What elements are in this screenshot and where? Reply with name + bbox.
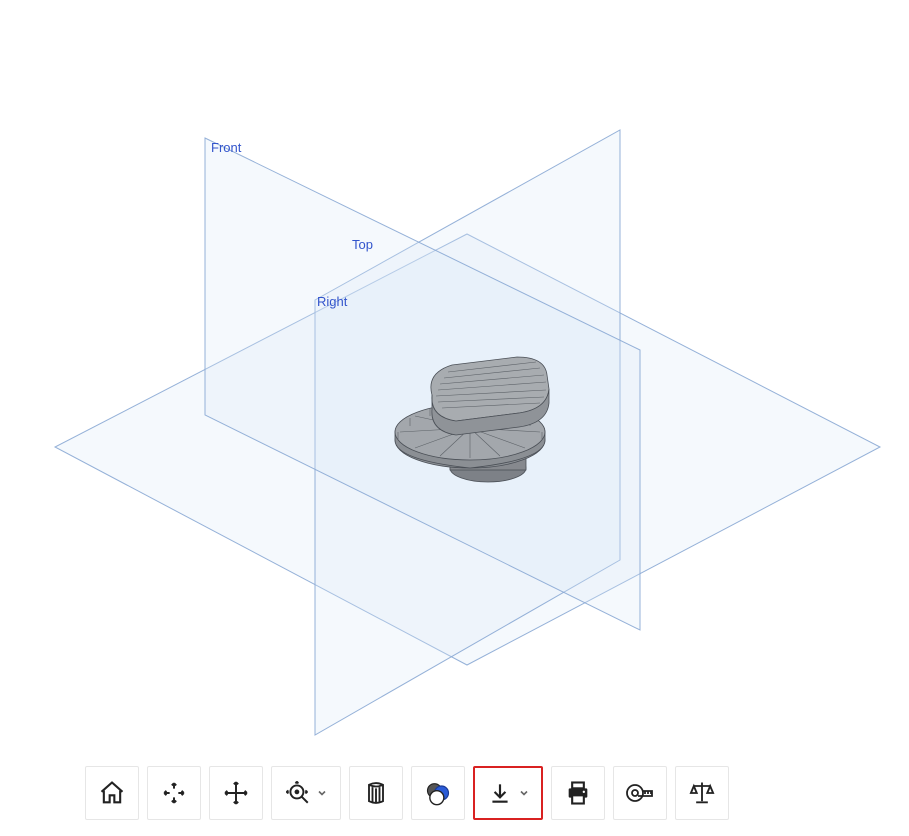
appearance-button[interactable] (411, 766, 465, 820)
download-button[interactable] (473, 766, 543, 820)
home-view-button[interactable] (85, 766, 139, 820)
mass-properties-button[interactable] (675, 766, 729, 820)
measure-button[interactable] (613, 766, 667, 820)
section-icon (362, 779, 390, 807)
print-button[interactable] (551, 766, 605, 820)
fit-view-button[interactable] (147, 766, 201, 820)
section-view-button[interactable] (349, 766, 403, 820)
download-icon (487, 780, 513, 806)
view-toolbar (85, 765, 864, 821)
zoom-icon (285, 780, 311, 806)
move-icon (223, 780, 249, 806)
measure-icon (625, 781, 655, 805)
zoom-button[interactable] (271, 766, 341, 820)
viewport-3d[interactable]: Front Top Right (0, 0, 909, 836)
balance-icon (688, 779, 716, 807)
move-button[interactable] (209, 766, 263, 820)
print-icon (564, 779, 592, 807)
fit-icon (161, 780, 187, 806)
chevron-down-icon (519, 788, 529, 798)
chevron-down-icon (317, 788, 327, 798)
scene-svg (0, 0, 909, 836)
appearance-icon (424, 779, 452, 807)
home-icon (98, 779, 126, 807)
